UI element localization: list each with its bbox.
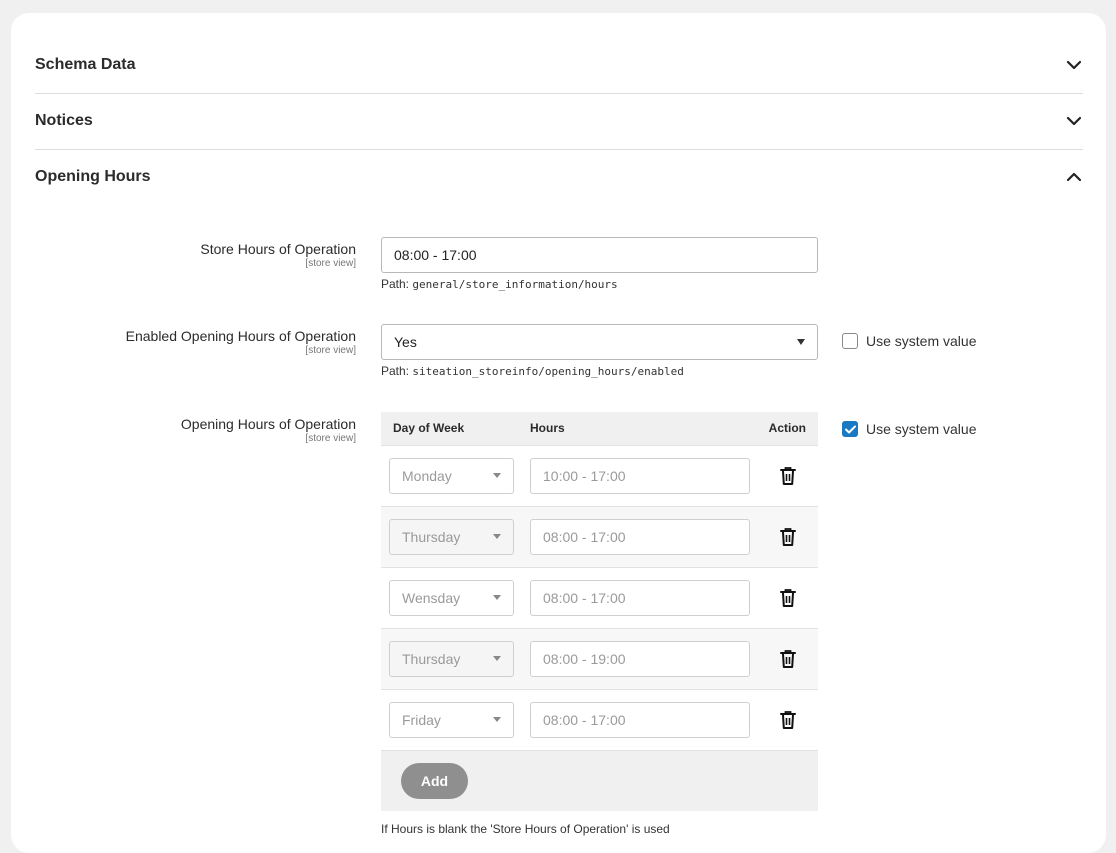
caret-down-icon xyxy=(797,339,805,345)
day-select[interactable]: Thursday xyxy=(389,519,514,555)
hours-input[interactable]: 08:00 - 17:00 xyxy=(530,519,750,555)
section-opening-hours[interactable]: Opening Hours xyxy=(35,149,1083,205)
caret-down-icon xyxy=(493,595,501,600)
field-label: Opening Hours of Operation xyxy=(180,416,356,432)
enabled-use-system-value[interactable]: Use system value xyxy=(842,333,976,349)
column-header-hours: Hours xyxy=(530,421,565,435)
table-row: Wensday 08:00 - 17:00 xyxy=(381,567,818,628)
hours-value: 08:00 - 17:00 xyxy=(543,529,626,545)
opening-hours-note: If Hours is blank the 'Store Hours of Op… xyxy=(381,822,670,836)
trash-icon[interactable] xyxy=(779,466,797,486)
hours-value: 08:00 - 17:00 xyxy=(543,712,626,728)
config-card: Schema Data Notices Opening Hours Store … xyxy=(11,13,1106,853)
store-hours-value: 08:00 - 17:00 xyxy=(394,247,477,263)
hours-input[interactable]: 08:00 - 19:00 xyxy=(530,641,750,677)
enabled-select-value: Yes xyxy=(394,334,417,350)
caret-down-icon xyxy=(493,534,501,539)
path-prefix: Path: xyxy=(381,364,410,378)
use-system-label: Use system value xyxy=(866,333,977,349)
caret-down-icon xyxy=(493,656,501,661)
scope-label: [store view] xyxy=(305,433,356,444)
chevron-down-icon xyxy=(1065,112,1083,130)
hours-value: 08:00 - 17:00 xyxy=(543,590,626,606)
field-label: Enabled Opening Hours of Operation xyxy=(125,328,356,344)
opening-hours-label-group: Opening Hours of Operation [store view] xyxy=(181,416,356,444)
grid-footer: Add xyxy=(381,750,818,811)
scope-label: [store view] xyxy=(305,258,356,269)
chevron-up-icon xyxy=(1065,168,1083,186)
day-value: Thursday xyxy=(402,529,461,545)
column-header-action: Action xyxy=(768,421,806,435)
path-value: general/store_information/hours xyxy=(412,278,618,291)
store-hours-input[interactable]: 08:00 - 17:00 xyxy=(381,237,818,273)
scope-label: [store view] xyxy=(305,345,356,356)
day-select[interactable]: Monday xyxy=(389,458,514,494)
day-select[interactable]: Wensday xyxy=(389,580,514,616)
table-row: Thursday 08:00 - 19:00 xyxy=(381,628,818,689)
hours-input[interactable]: 08:00 - 17:00 xyxy=(530,580,750,616)
grid-header: Day of Week Hours Action xyxy=(381,412,818,445)
enabled-path: Path: siteation_storeinfo/opening_hours/… xyxy=(381,364,684,378)
day-value: Monday xyxy=(402,468,452,484)
trash-icon[interactable] xyxy=(779,710,797,730)
trash-icon[interactable] xyxy=(779,588,797,608)
caret-down-icon xyxy=(493,473,501,478)
store-hours-label-group: Store Hours of Operation [store view] xyxy=(200,241,356,269)
section-schema-data[interactable]: Schema Data xyxy=(35,37,1083,93)
day-select[interactable]: Friday xyxy=(389,702,514,738)
section-notices[interactable]: Notices xyxy=(35,93,1083,149)
use-system-checkbox[interactable] xyxy=(842,333,858,349)
hours-input[interactable]: 08:00 - 17:00 xyxy=(530,702,750,738)
table-row: Friday 08:00 - 17:00 xyxy=(381,689,818,750)
table-row: Thursday 08:00 - 17:00 xyxy=(381,506,818,567)
trash-icon[interactable] xyxy=(779,649,797,669)
section-title: Opening Hours xyxy=(35,168,151,185)
day-value: Thursday xyxy=(402,651,461,667)
check-icon xyxy=(844,425,856,433)
day-value: Wensday xyxy=(402,590,461,606)
day-value: Friday xyxy=(402,712,441,728)
table-row: Monday 10:00 - 17:00 xyxy=(381,445,818,506)
hours-value: 08:00 - 19:00 xyxy=(543,651,626,667)
enabled-label-group: Enabled Opening Hours of Operation [stor… xyxy=(126,328,356,356)
section-title: Schema Data xyxy=(35,56,136,73)
opening-hours-grid: Day of Week Hours Action Monday 10:00 - … xyxy=(381,412,818,811)
hours-input[interactable]: 10:00 - 17:00 xyxy=(530,458,750,494)
enabled-select[interactable]: Yes xyxy=(381,324,818,360)
column-header-day: Day of Week xyxy=(393,421,465,435)
add-row-button[interactable]: Add xyxy=(401,763,468,799)
opening-hours-use-system-value[interactable]: Use system value xyxy=(842,421,976,437)
trash-icon[interactable] xyxy=(779,527,797,547)
hours-value: 10:00 - 17:00 xyxy=(543,468,626,484)
path-prefix: Path: xyxy=(381,277,410,291)
path-value: siteation_storeinfo/opening_hours/enable… xyxy=(412,365,684,378)
day-select[interactable]: Thursday xyxy=(389,641,514,677)
use-system-checkbox[interactable] xyxy=(842,421,858,437)
caret-down-icon xyxy=(493,717,501,722)
section-title: Notices xyxy=(35,112,93,129)
store-hours-path: Path: general/store_information/hours xyxy=(381,277,618,291)
use-system-label: Use system value xyxy=(866,421,977,437)
field-label: Store Hours of Operation xyxy=(200,241,356,257)
chevron-down-icon xyxy=(1065,56,1083,74)
